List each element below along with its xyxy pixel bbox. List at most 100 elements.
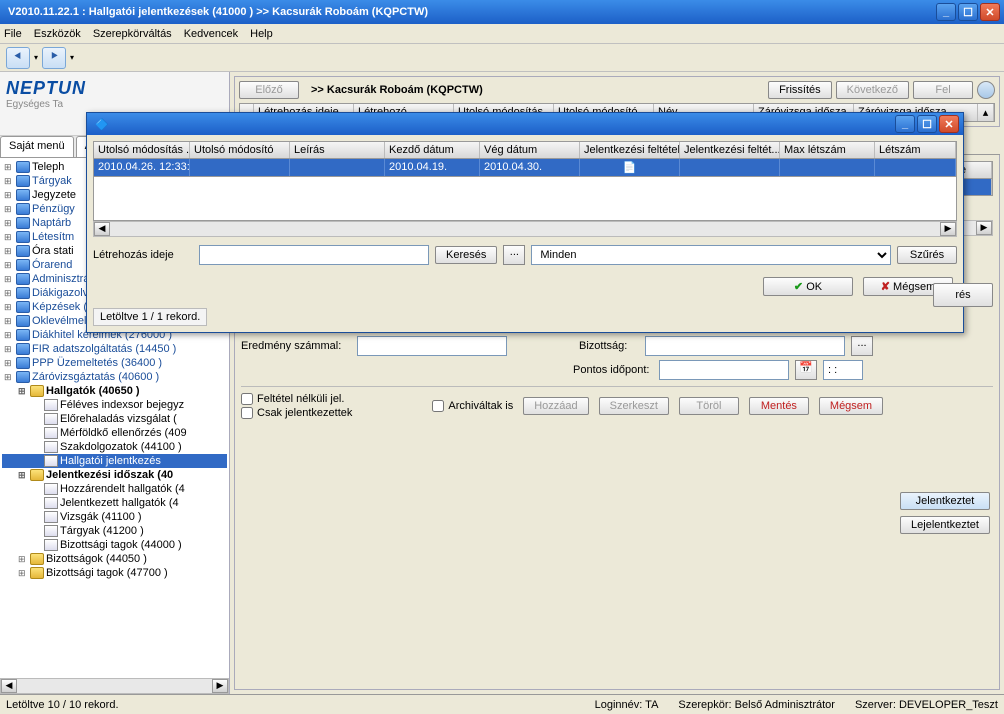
tree-item[interactable]: Féléves indexsor bejegyz bbox=[2, 398, 227, 412]
menu-eszkozok[interactable]: Eszközök bbox=[34, 28, 81, 40]
minimize-button[interactable]: _ bbox=[936, 3, 956, 21]
csak-checkbox[interactable]: Csak jelentkezettek bbox=[241, 407, 352, 419]
tree-item[interactable]: Előrehaladás vizsgálat ( bbox=[2, 412, 227, 426]
logo-brand: NEPTUN bbox=[6, 78, 223, 99]
megsem-button[interactable]: Mégsem bbox=[819, 397, 883, 415]
prev-button[interactable]: Előző bbox=[239, 81, 299, 99]
scroll-right-icon[interactable]: ▶ bbox=[212, 679, 228, 693]
breadcrumb-heading: >> Kacsurák Roboám (KQPCTW) bbox=[303, 84, 483, 96]
refresh-icon[interactable] bbox=[977, 81, 995, 99]
browse-button[interactable]: ... bbox=[503, 245, 525, 265]
mcol-0[interactable]: Utolsó módosítás ... bbox=[94, 142, 190, 158]
close-button[interactable]: ✕ bbox=[980, 3, 1000, 21]
mcell-4: 2010.04.30. bbox=[480, 159, 580, 176]
mcell-0: 2010.04.26. 12:33:5 bbox=[94, 159, 190, 176]
mcol-4[interactable]: Vég dátum bbox=[480, 142, 580, 158]
tree-item[interactable]: Jelentkezett hallgatók (4 bbox=[2, 496, 227, 510]
modal-minimize[interactable]: _ bbox=[895, 115, 915, 133]
filter-select[interactable]: Minden bbox=[531, 245, 891, 265]
tree-item[interactable]: ⊞PPP Üzemeltetés (36400 ) bbox=[2, 356, 227, 370]
tree-item[interactable]: Mérföldkő ellenőrzés (409 bbox=[2, 426, 227, 440]
eredmeny-szam-label: Eredmény számmal: bbox=[241, 340, 351, 352]
modal-grid-header: Utolsó módosítás ... Utolsó módosító Leí… bbox=[93, 141, 957, 159]
mcol-2[interactable]: Leírás bbox=[290, 142, 385, 158]
mscroll-left[interactable]: ◀ bbox=[94, 222, 110, 236]
mcell-7 bbox=[780, 159, 875, 176]
ok-button[interactable]: ✔ OK bbox=[763, 277, 853, 296]
modal-maximize[interactable]: ☐ bbox=[917, 115, 937, 133]
mcol-7[interactable]: Max létszám bbox=[780, 142, 875, 158]
modal-dialog: 🔷 _ ☐ ✕ Utolsó módosítás ... Utolsó módo… bbox=[86, 112, 964, 333]
up-button[interactable]: Fel bbox=[913, 81, 973, 99]
kereses-button[interactable]: Keresés bbox=[435, 246, 497, 264]
pontos-label: Pontos időpont: bbox=[573, 364, 653, 376]
mcell-5: 📄 bbox=[580, 159, 680, 176]
window-title: V2010.11.22.1 : Hallgatói jelentkezések … bbox=[4, 6, 428, 18]
eredmeny-szam-input[interactable] bbox=[357, 336, 507, 356]
feltetel-checkbox[interactable]: Feltétel nélküli jel. bbox=[241, 393, 352, 405]
window-buttons: _ ☐ ✕ bbox=[936, 3, 1000, 21]
bizottsag-browse-button[interactable]: ... bbox=[851, 336, 873, 356]
maximize-button[interactable]: ☐ bbox=[958, 3, 978, 21]
tree-item[interactable]: Hozzárendelt hallgatók (4 bbox=[2, 482, 227, 496]
scroll-left-icon[interactable]: ◀ bbox=[1, 679, 17, 693]
szures-button[interactable]: Szűrés bbox=[897, 246, 957, 264]
modal-grid-row[interactable]: 2010.04.26. 12:33:5 2010.04.19. 2010.04.… bbox=[93, 159, 957, 177]
nav-toolbar: ⯇ ▾ ⯈ ▾ bbox=[0, 44, 1004, 72]
letre-label: Létrehozás ideje bbox=[93, 249, 193, 261]
nav-back-dropdown[interactable]: ▾ bbox=[34, 53, 38, 62]
tree-item[interactable]: ⊞Bizottsági tagok (47700 ) bbox=[2, 566, 227, 580]
mcell-3: 2010.04.19. bbox=[385, 159, 480, 176]
scroll-up-icon[interactable]: ▴ bbox=[978, 104, 994, 121]
menu-help[interactable]: Help bbox=[250, 28, 273, 40]
tab-sajat-menu[interactable]: Saját menü bbox=[0, 136, 74, 157]
mcol-5[interactable]: Jelentkezési feltétel bbox=[580, 142, 680, 158]
main-titlebar: V2010.11.22.1 : Hallgatói jelentkezések … bbox=[0, 0, 1004, 24]
tree-item[interactable]: Tárgyak (41200 ) bbox=[2, 524, 227, 538]
tree-item[interactable]: Bizottsági tagok (44000 ) bbox=[2, 538, 227, 552]
menu-file[interactable]: File bbox=[4, 28, 22, 40]
torol-button[interactable]: Töröl bbox=[679, 397, 739, 415]
next-button[interactable]: Következő bbox=[836, 81, 909, 99]
bizottsag-input[interactable] bbox=[645, 336, 845, 356]
modal-close[interactable]: ✕ bbox=[939, 115, 959, 133]
lejelentkeztet-button[interactable]: Lejelentkeztet bbox=[900, 516, 990, 534]
pontos-date-input[interactable] bbox=[659, 360, 789, 380]
jelentkeztet-button[interactable]: Jelentkeztet bbox=[900, 492, 990, 510]
tree-item[interactable]: ⊞Jelentkezési időszak (40 bbox=[2, 468, 227, 482]
tree-item[interactable]: ⊞Záróvizsgáztatás (40600 ) bbox=[2, 370, 227, 384]
refresh-button[interactable]: Frissítés bbox=[768, 81, 832, 99]
calendar-icon-3[interactable]: 📅 bbox=[795, 360, 817, 380]
modal-hscroll[interactable]: ◀ ▶ bbox=[93, 221, 957, 237]
mentes-button[interactable]: Mentés bbox=[749, 397, 809, 415]
mscroll-right[interactable]: ▶ bbox=[940, 222, 956, 236]
modal-titlebar: 🔷 _ ☐ ✕ bbox=[87, 113, 963, 135]
menu-szerepkor[interactable]: Szerepkörváltás bbox=[93, 28, 172, 40]
nav-back-button[interactable]: ⯇ bbox=[6, 47, 30, 69]
mcol-6[interactable]: Jelentkezési feltét... bbox=[680, 142, 780, 158]
side-res-button[interactable]: rés bbox=[933, 283, 993, 307]
nav-forward-button[interactable]: ⯈ bbox=[42, 47, 66, 69]
tree-item[interactable]: ⊞FIR adatszolgáltatás (14450 ) bbox=[2, 342, 227, 356]
nav-forward-dropdown[interactable]: ▾ bbox=[70, 53, 74, 62]
tree-item[interactable]: Hallgatói jelentkezés bbox=[2, 454, 227, 468]
side-action-buttons: Jelentkeztet Lejelentkeztet bbox=[900, 492, 990, 534]
hozzaad-button[interactable]: Hozzáad bbox=[523, 397, 588, 415]
szerkeszt-button[interactable]: Szerkeszt bbox=[599, 397, 669, 415]
modal-title-icon: 🔷 bbox=[91, 118, 109, 131]
tree-item[interactable]: Vizsgák (41100 ) bbox=[2, 510, 227, 524]
tree-item[interactable]: ⊞Bizottságok (44050 ) bbox=[2, 552, 227, 566]
tree-item[interactable]: Szakdolgozatok (44100 ) bbox=[2, 440, 227, 454]
archival-checkbox[interactable]: Archiváltak is bbox=[432, 400, 513, 412]
letre-input[interactable] bbox=[199, 245, 429, 265]
mcol-3[interactable]: Kezdő dátum bbox=[385, 142, 480, 158]
mcol-8[interactable]: Létszám bbox=[875, 142, 956, 158]
statusbar: Letöltve 10 / 10 rekord. Loginnév: TA Sz… bbox=[0, 694, 1004, 714]
menu-kedvencek[interactable]: Kedvencek bbox=[184, 28, 238, 40]
tree-hscroll[interactable]: ◀ ▶ bbox=[0, 678, 229, 694]
mcell-2 bbox=[290, 159, 385, 176]
mcol-1[interactable]: Utolsó módosító bbox=[190, 142, 290, 158]
pontos-time-input[interactable] bbox=[823, 360, 863, 380]
iscroll-right[interactable]: ▶ bbox=[976, 221, 992, 235]
tree-item[interactable]: ⊞Hallgatók (40650 ) bbox=[2, 384, 227, 398]
